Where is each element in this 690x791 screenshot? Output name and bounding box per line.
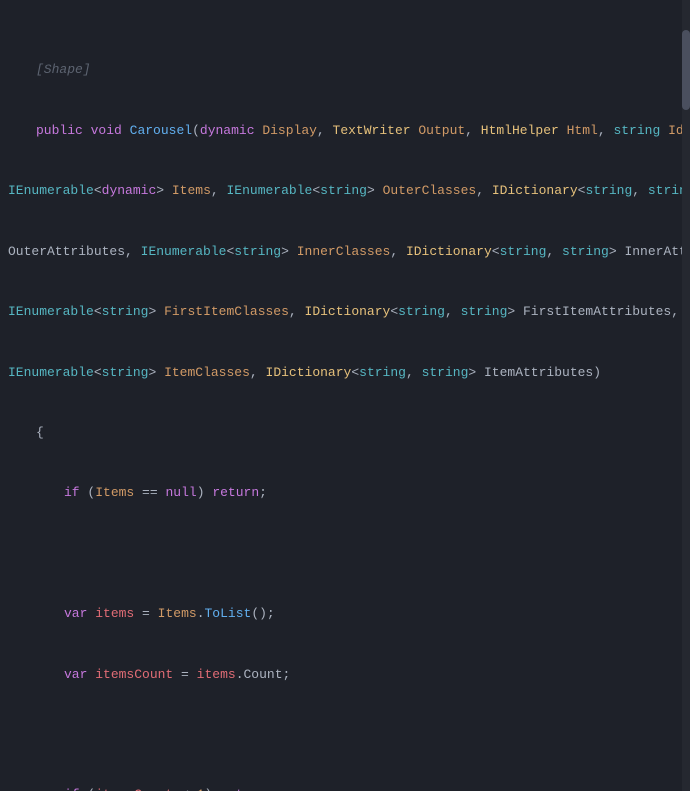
line-6: IEnumerable<string> ItemClasses, IDictio… [8,363,690,383]
line-13: if (itemsCount < 1) return; [8,785,690,791]
line-11: var itemsCount = items.Count; [8,665,690,685]
line-7: { [8,423,690,443]
scrollbar[interactable] [682,0,690,791]
line-4: OuterAttributes, IEnumerable<string> Inn… [8,242,690,262]
code-editor: [Shape] public void Carousel(dynamic Dis… [0,0,690,791]
code-content: [Shape] public void Carousel(dynamic Dis… [0,0,690,791]
line-5: IEnumerable<string> FirstItemClasses, ID… [8,302,690,322]
line-2: public void Carousel(dynamic Display, Te… [8,121,690,141]
line-12 [8,725,690,745]
line-10: var items = Items.ToList(); [8,604,690,624]
line-3: IEnumerable<dynamic> Items, IEnumerable<… [8,181,690,201]
line-8: if (Items == null) return; [8,483,690,503]
line-9 [8,544,690,564]
scrollbar-thumb[interactable] [682,30,690,110]
line-1: [Shape] [8,60,690,80]
